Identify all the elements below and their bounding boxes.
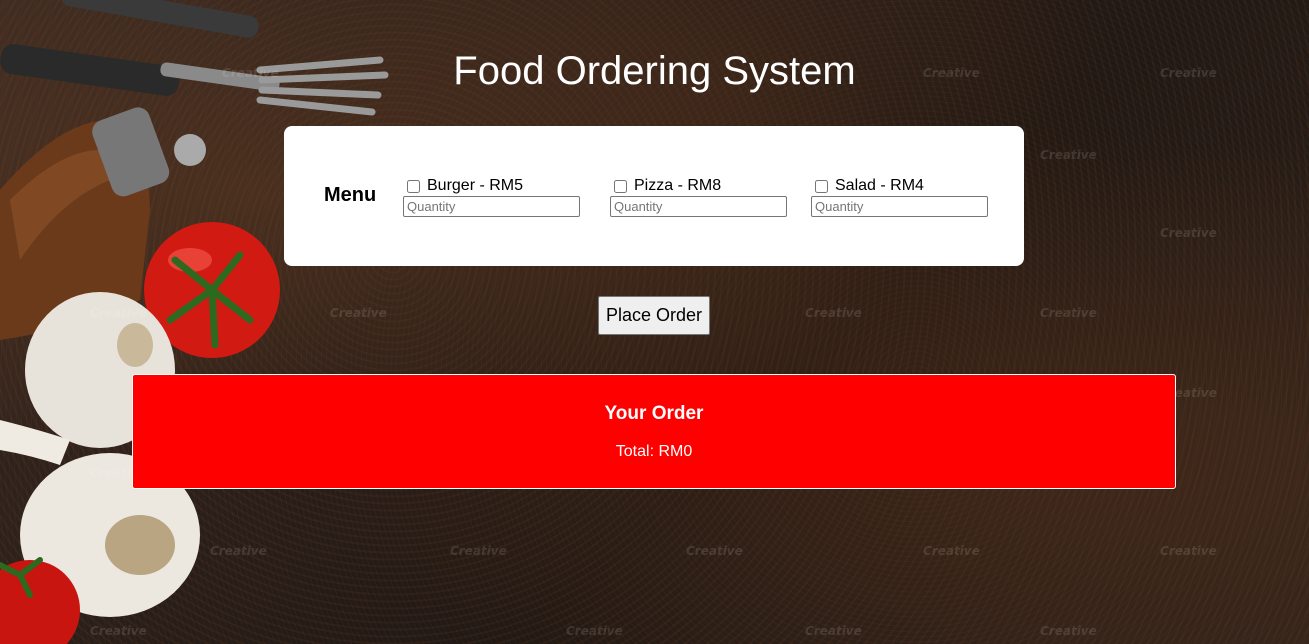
- pepper-grinder-icon: [0, 107, 206, 340]
- page-title: Food Ordering System: [453, 49, 856, 93]
- menu-item-row: Burger - RM5: [403, 176, 583, 196]
- watermark-text: Creative: [330, 306, 387, 320]
- menu-item-salad: Salad - RM4: [811, 176, 991, 217]
- salad-label: Salad - RM4: [835, 177, 924, 194]
- burger-quantity-input[interactable]: [403, 196, 580, 217]
- watermark-text: Creative: [210, 544, 267, 558]
- burger-label: Burger - RM5: [427, 177, 524, 194]
- watermark-text: Creative: [1040, 148, 1097, 162]
- burger-checkbox[interactable]: [407, 179, 420, 193]
- watermark-text: Creative: [1040, 624, 1097, 638]
- order-summary-panel: Your Order Total: RM0: [132, 374, 1176, 489]
- watermark-text: Creative: [686, 544, 743, 558]
- menu-heading: Menu: [324, 184, 377, 206]
- pizza-checkbox[interactable]: [614, 179, 627, 193]
- pizza-quantity-input[interactable]: [610, 196, 787, 217]
- salad-checkbox[interactable]: [815, 179, 828, 193]
- menu-item-pizza: Pizza - RM8: [610, 176, 790, 217]
- watermark-text: Creative: [805, 624, 862, 638]
- watermark-text: Creative: [566, 624, 623, 638]
- menu-item-burger: Burger - RM5: [403, 176, 583, 217]
- menu-item-row: Salad - RM4: [811, 176, 991, 196]
- watermark-text: Creative: [805, 306, 862, 320]
- watermark-text: Creative: [450, 544, 507, 558]
- small-tomato-icon: [0, 557, 80, 644]
- watermark-text: Creative: [90, 624, 147, 638]
- pizza-label: Pizza - RM8: [634, 177, 722, 194]
- watermark-text: Creative: [923, 544, 980, 558]
- menu-card: Menu Burger - RM5 Pizza - RM8 Salad - RM…: [284, 126, 1024, 266]
- menu-item-row: Pizza - RM8: [610, 176, 790, 196]
- salad-quantity-input[interactable]: [811, 196, 988, 217]
- tomato-icon: [144, 222, 280, 358]
- watermark-text: Creative: [1160, 226, 1217, 240]
- watermark-text: Creative: [1160, 544, 1217, 558]
- watermark-text: Creative: [1040, 306, 1097, 320]
- order-title: Your Order: [604, 403, 704, 424]
- place-order-button[interactable]: Place Order: [598, 296, 710, 335]
- watermark-text: Creative: [90, 306, 147, 320]
- order-total: Total: RM0: [615, 443, 693, 460]
